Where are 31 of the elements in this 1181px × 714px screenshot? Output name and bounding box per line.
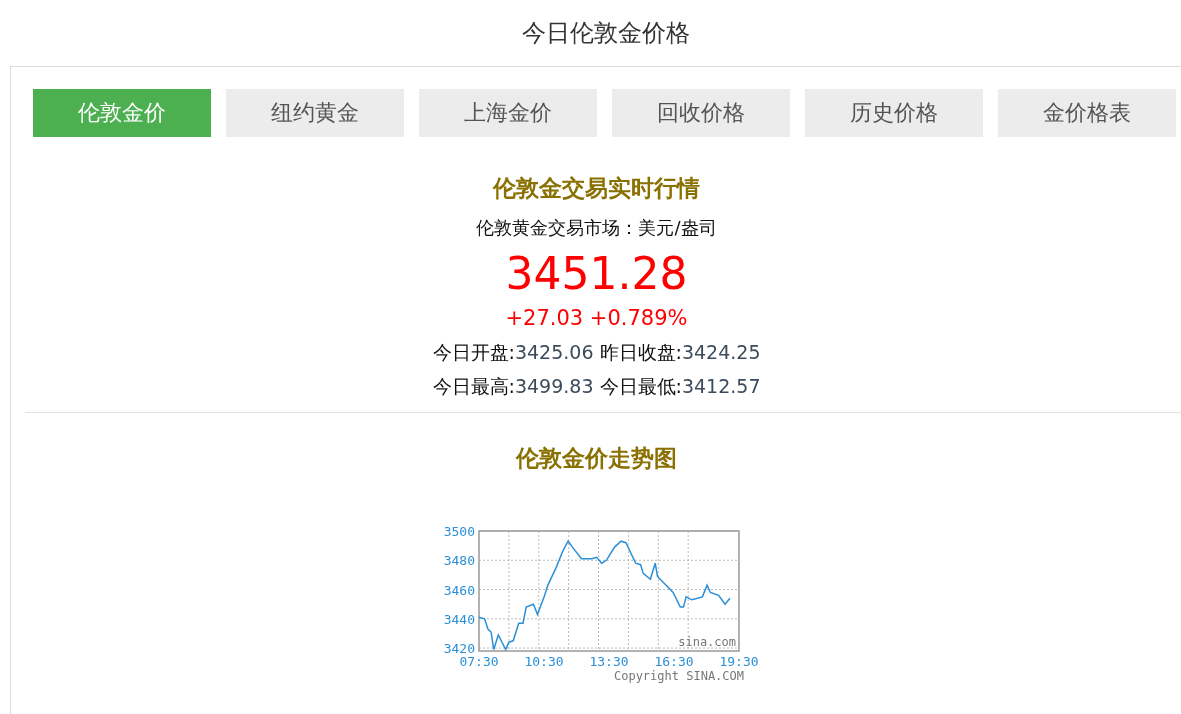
y-tick-label: 3480 <box>443 553 475 569</box>
stat-label: 今日最高: <box>432 375 515 398</box>
tab[interactable]: 回收价格 <box>612 89 790 137</box>
source-label: sina.com <box>677 635 736 650</box>
x-tick-label: 16:30 <box>653 654 694 670</box>
tab[interactable]: 金价格表 <box>998 89 1176 137</box>
tab[interactable]: 纽约黄金 <box>226 89 404 137</box>
x-tick-label: 19:30 <box>718 654 759 670</box>
stat-value: 3425.06 <box>514 341 594 364</box>
section-heading: 伦敦金价走势图 <box>516 444 677 474</box>
market-label: 伦敦黄金交易市场：美元/盎司 <box>476 216 717 240</box>
tab[interactable]: 上海金价 <box>419 89 597 137</box>
price-change: +27.03 +0.789% <box>505 306 688 331</box>
stat-value: 3499.83 <box>514 375 594 398</box>
stat-value: 3424.25 <box>681 341 761 364</box>
y-tick-label: 3460 <box>443 582 475 598</box>
stat-value: 3412.57 <box>681 375 761 398</box>
page-title: 今日伦敦金价格 <box>520 18 691 49</box>
section-heading: 伦敦金交易实时行情 <box>493 174 700 203</box>
stat-label: 昨日收盘: <box>599 341 682 364</box>
y-tick-label: 3420 <box>443 641 475 657</box>
tab[interactable]: 历史价格 <box>805 89 983 137</box>
x-tick-label: 07:30 <box>458 654 499 670</box>
stat-label: 今日开盘: <box>432 341 515 364</box>
price-value: 3451.28 <box>505 250 688 299</box>
x-tick-label: 10:30 <box>523 654 564 670</box>
y-tick-label: 3500 <box>443 524 475 540</box>
stat-label: 今日最低: <box>599 375 682 398</box>
y-tick-label: 3440 <box>443 612 475 628</box>
copyright-text: Copyright SINA.COM <box>613 669 744 684</box>
x-tick-label: 13:30 <box>588 654 629 670</box>
